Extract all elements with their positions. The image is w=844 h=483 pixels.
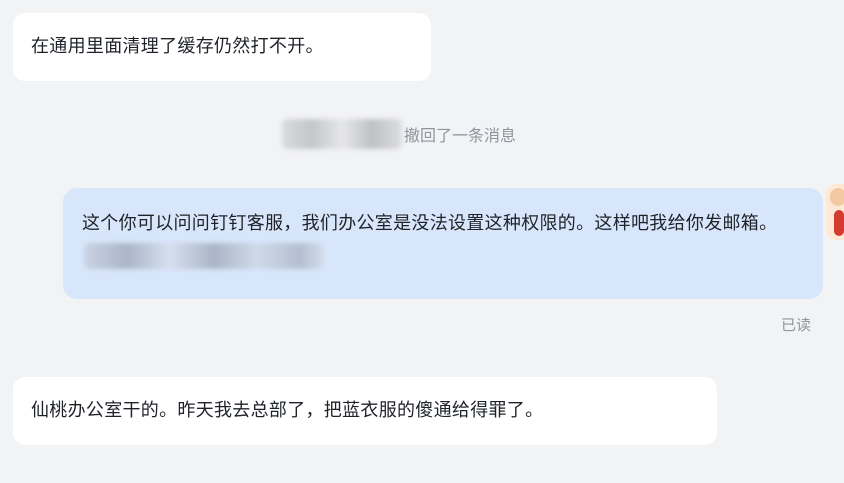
message-text: 在通用里面清理了缓存仍然打不开。 (31, 36, 324, 57)
read-status: 已读 (781, 316, 812, 334)
outgoing-message-bubble[interactable]: 这个你可以问问钉钉客服，我们办公室是没法设置这种权限的。这样吧我给你发邮箱。 (63, 188, 823, 299)
recall-notice: 撤回了一条消息 (282, 116, 516, 152)
incoming-message-bubble[interactable]: 仙桃办公室干的。昨天我去总部了，把蓝衣服的傻通给得罪了。 (13, 377, 717, 445)
avatar-body (834, 210, 844, 236)
redacted-email (84, 243, 324, 269)
message-text: 这个你可以问问钉钉客服，我们办公室是没法设置这种权限的。这样吧我给你发邮箱。 (82, 208, 803, 272)
message-text: 仙桃办公室干的。昨天我去总部了，把蓝衣服的傻通给得罪了。 (31, 400, 544, 421)
avatar[interactable] (826, 184, 844, 240)
redacted-sender-name (282, 119, 402, 149)
recall-notice-text: 撤回了一条消息 (404, 126, 517, 145)
message-text-content: 这个你可以问问钉钉客服，我们办公室是没法设置这种权限的。这样吧我给你发邮箱。 (82, 213, 778, 234)
avatar-face (830, 188, 844, 206)
incoming-message-bubble[interactable]: 在通用里面清理了缓存仍然打不开。 (13, 13, 431, 81)
